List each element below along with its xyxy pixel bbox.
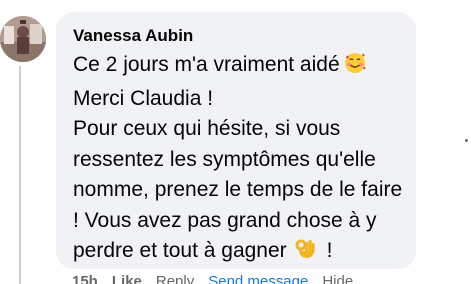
like-button[interactable]: Like — [112, 273, 142, 284]
hide-button[interactable]: Hide — [322, 273, 353, 284]
timestamp[interactable]: 15h — [72, 273, 98, 284]
smiling-face-with-hearts-icon — [344, 52, 366, 84]
comment-bubble: Vanessa Aubin Ce 2 jours m'a vraiment ai… — [56, 12, 416, 269]
avatar[interactable] — [0, 16, 46, 62]
avatar-photo — [0, 16, 46, 62]
comment-author[interactable]: Vanessa Aubin — [73, 26, 400, 46]
comment-text-line: Pour ceux qui hésite, si vous — [73, 117, 341, 140]
comment-text-line: Ce 2 jours m'a vraiment aidé — [73, 50, 400, 84]
comment-text-line: ressentez les symptômes qu'elle — [73, 147, 376, 171]
reply-button[interactable]: Reply — [156, 273, 194, 284]
thread-line — [19, 66, 21, 284]
ok-hand-icon — [295, 238, 315, 270]
send-message-button[interactable]: Send message — [208, 273, 308, 284]
comment-actions: 15h Like Reply Send message Hide — [72, 273, 353, 284]
comment-text-line: perdre et tout à gagner! — [73, 236, 400, 270]
comment-thread: Vanessa Aubin Ce 2 jours m'a vraiment ai… — [0, 0, 471, 284]
comment-text-line: Merci Claudia ! — [73, 86, 214, 110]
comment-text-line: ! Vous avez pas grand chose à y — [73, 208, 377, 232]
comment-text-line: nomme, prenez le temps de le faire — [73, 178, 403, 201]
more-options-icon[interactable] — [465, 139, 468, 142]
